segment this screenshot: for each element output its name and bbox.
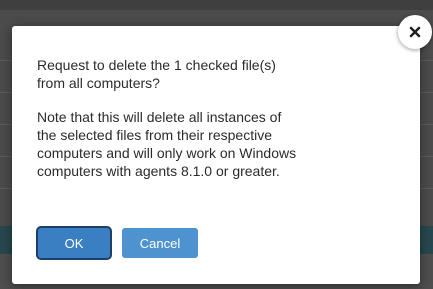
dialog-body: Request to delete the 1 checked file(s) … — [37, 56, 397, 180]
cancel-button[interactable]: Cancel — [122, 228, 198, 258]
background-header — [0, 0, 433, 10]
close-button[interactable] — [398, 15, 432, 49]
ok-button[interactable]: OK — [38, 228, 110, 258]
close-icon — [409, 26, 421, 38]
confirm-delete-dialog: Request to delete the 1 checked file(s) … — [12, 26, 420, 284]
page-overlay: Request to delete the 1 checked file(s) … — [0, 0, 433, 289]
dialog-note: Note that this will delete all instances… — [37, 109, 297, 179]
dialog-question: Request to delete the 1 checked file(s) … — [37, 57, 276, 91]
dialog-actions: OK Cancel — [38, 228, 198, 258]
